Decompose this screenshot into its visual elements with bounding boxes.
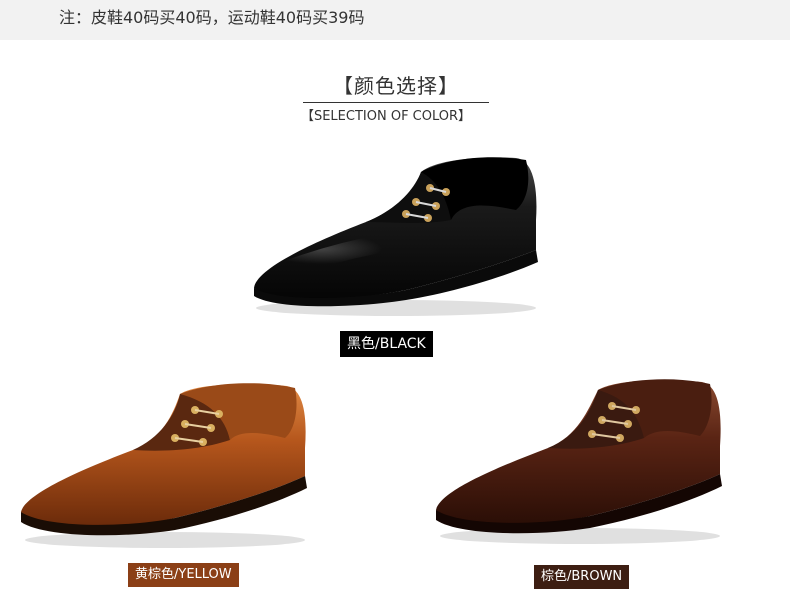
section-subtitle: 【SELECTION OF COLOR】 (300, 109, 472, 124)
size-note: 注：皮鞋40码买40码，运动鞋40码买39码 (59, 8, 365, 27)
title-divider (303, 102, 489, 103)
shoe-image-black[interactable] (246, 150, 546, 320)
color-label-yellow[interactable]: 黄棕色/YELLOW (128, 563, 239, 587)
color-label-black[interactable]: 黑色/BLACK (340, 331, 433, 357)
shoe-image-yellow[interactable] (15, 380, 315, 550)
shoe-image-brown[interactable] (430, 376, 730, 546)
top-note-bar: 注：皮鞋40码买40码，运动鞋40码买39码 (0, 0, 790, 40)
section-title: 【颜色选择】 (333, 74, 459, 98)
color-label-brown[interactable]: 棕色/BROWN (534, 565, 630, 589)
